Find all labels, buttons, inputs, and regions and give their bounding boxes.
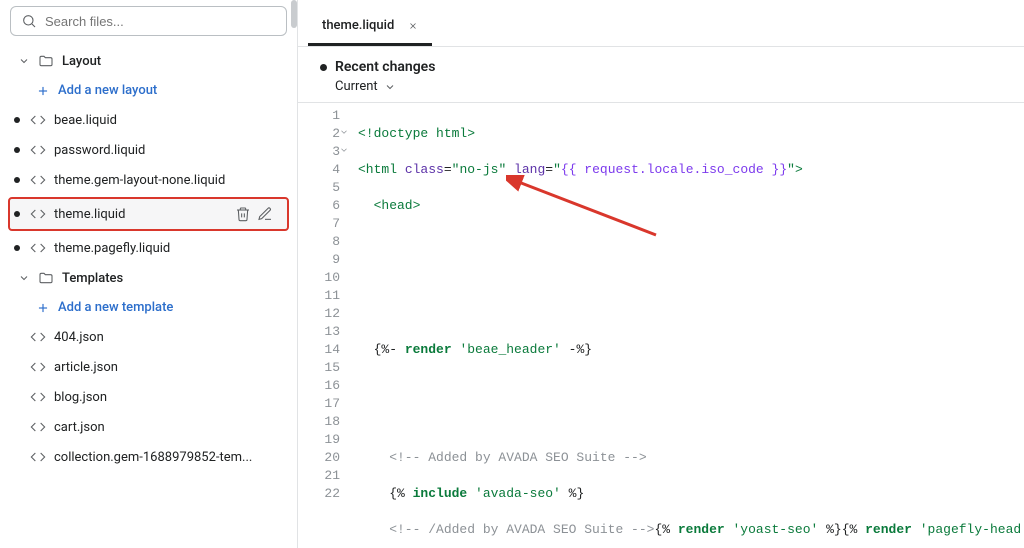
folder-label: Layout (62, 54, 101, 69)
file-article-json[interactable]: article.json (0, 352, 297, 382)
file-theme-liquid[interactable]: theme.liquid (8, 197, 289, 231)
folder-label: Templates (62, 271, 123, 286)
plus-icon (36, 301, 50, 315)
plus-icon (36, 84, 50, 98)
add-template-button[interactable]: Add a new template (0, 293, 297, 322)
folder-icon (38, 53, 54, 69)
close-icon[interactable] (408, 21, 418, 31)
main: theme.liquid Recent changes Current 1 2 … (298, 0, 1024, 548)
search-box[interactable] (10, 6, 287, 36)
search-icon (21, 13, 37, 29)
folder-templates[interactable]: Templates (0, 263, 297, 293)
code-content[interactable]: <!doctype html> <html class="no-js" lang… (350, 103, 1024, 548)
fold-icon[interactable] (339, 145, 349, 155)
code-icon (30, 389, 46, 405)
file-theme-gem-layout[interactable]: theme.gem-layout-none.liquid (0, 165, 297, 195)
code-icon (30, 112, 46, 128)
file-beae-liquid[interactable]: beae.liquid (0, 105, 297, 135)
folder-layout[interactable]: Layout (0, 46, 297, 76)
chevron-down-icon (18, 272, 30, 284)
code-icon (30, 142, 46, 158)
file-theme-pagefly[interactable]: theme.pagefly.liquid (0, 233, 297, 263)
code-icon (30, 359, 46, 375)
chevron-down-icon (384, 81, 396, 93)
recent-changes: Recent changes Current (298, 47, 1024, 102)
add-layout-button[interactable]: Add a new layout (0, 76, 297, 105)
recent-changes-dropdown[interactable]: Current (335, 79, 1024, 94)
code-icon (30, 419, 46, 435)
line-number-gutter: 1 2 3 45678910111213141516171819202122 (298, 103, 350, 548)
code-icon (30, 329, 46, 345)
folder-icon (38, 270, 54, 286)
sidebar-scrollbar[interactable] (289, 0, 297, 548)
code-icon (30, 206, 46, 222)
file-blog-json[interactable]: blog.json (0, 382, 297, 412)
trash-icon[interactable] (235, 206, 251, 222)
code-icon (30, 449, 46, 465)
code-icon (30, 240, 46, 256)
code-editor[interactable]: 1 2 3 45678910111213141516171819202122 <… (298, 102, 1024, 548)
file-password-liquid[interactable]: password.liquid (0, 135, 297, 165)
sidebar: Layout Add a new layout beae.liquid pass… (0, 0, 298, 548)
file-tree: Layout Add a new layout beae.liquid pass… (0, 42, 297, 548)
rename-icon[interactable] (257, 206, 273, 222)
fold-icon[interactable] (339, 127, 349, 137)
search-input[interactable] (45, 14, 276, 29)
file-collection-gem[interactable]: collection.gem-1688979852-tem... (0, 442, 297, 472)
recent-changes-title: Recent changes (320, 59, 1024, 75)
file-404-json[interactable]: 404.json (0, 322, 297, 352)
chevron-down-icon (18, 55, 30, 67)
tab-label: theme.liquid (322, 18, 394, 33)
file-cart-json[interactable]: cart.json (0, 412, 297, 442)
tab-theme-liquid[interactable]: theme.liquid (308, 10, 432, 46)
code-icon (30, 172, 46, 188)
tab-bar: theme.liquid (298, 0, 1024, 47)
